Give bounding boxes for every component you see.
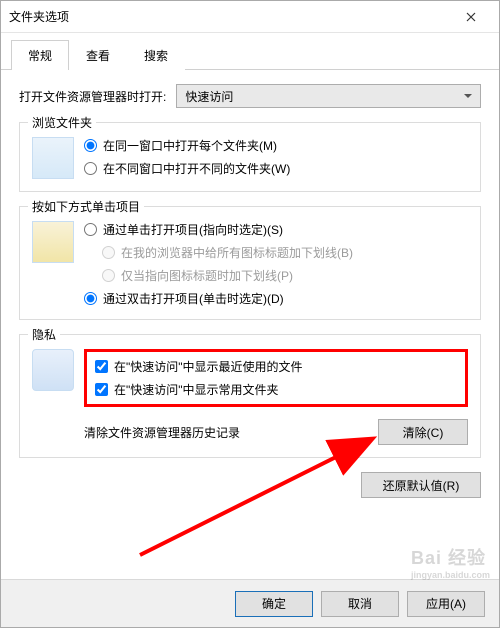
radio-double-click[interactable]: 通过双击打开项目(单击时选定)(D)	[84, 290, 468, 307]
browse-folders-legend: 浏览文件夹	[28, 114, 96, 131]
tab-search[interactable]: 搜索	[127, 40, 185, 70]
folder-options-window: 文件夹选项 常规 查看 搜索 打开文件资源管理器时打开: 快速访问 浏览文件夹 …	[0, 0, 500, 628]
click-items-icon	[32, 221, 74, 263]
clear-history-row: 清除文件资源管理器历史记录 清除(C)	[84, 419, 468, 445]
radio-double-click-label: 通过双击打开项目(单击时选定)(D)	[103, 290, 284, 307]
clear-button[interactable]: 清除(C)	[378, 419, 468, 445]
radio-same-window-input[interactable]	[84, 139, 97, 152]
open-with-select[interactable]: 快速访问	[176, 84, 481, 108]
close-icon	[466, 12, 476, 22]
checkbox-frequent-folders-input[interactable]	[95, 383, 108, 396]
radio-double-click-input[interactable]	[84, 292, 97, 305]
radio-underline-browser: 在我的浏览器中给所有图标标题加下划线(B)	[84, 244, 468, 261]
checkbox-frequent-folders[interactable]: 在"快速访问"中显示常用文件夹	[95, 381, 457, 398]
click-items-legend: 按如下方式单击项目	[28, 198, 144, 215]
open-with-row: 打开文件资源管理器时打开: 快速访问	[19, 84, 481, 108]
tab-general[interactable]: 常规	[11, 40, 69, 70]
titlebar: 文件夹选项	[1, 1, 499, 33]
ok-button[interactable]: 确定	[235, 591, 313, 617]
browse-folders-icon	[32, 137, 74, 179]
clear-history-label: 清除文件资源管理器历史记录	[84, 424, 240, 441]
checkbox-recent-files-input[interactable]	[95, 360, 108, 373]
checkbox-recent-files[interactable]: 在"快速访问"中显示最近使用的文件	[95, 358, 457, 375]
restore-defaults-button[interactable]: 还原默认值(R)	[361, 472, 481, 498]
cancel-button[interactable]: 取消	[321, 591, 399, 617]
open-with-label: 打开文件资源管理器时打开:	[19, 88, 166, 105]
radio-single-click-label: 通过单击打开项目(指向时选定)(S)	[103, 221, 283, 238]
tab-strip: 常规 查看 搜索	[1, 33, 499, 70]
radio-same-window[interactable]: 在同一窗口中打开每个文件夹(M)	[84, 137, 468, 154]
radio-same-window-label: 在同一窗口中打开每个文件夹(M)	[103, 137, 277, 154]
radio-new-window-label: 在不同窗口中打开不同的文件夹(W)	[103, 160, 290, 177]
radio-new-window-input[interactable]	[84, 162, 97, 175]
radio-underline-point: 仅当指向图标标题时加下划线(P)	[84, 267, 468, 284]
tab-view[interactable]: 查看	[69, 40, 127, 70]
browse-folders-group: 浏览文件夹 在同一窗口中打开每个文件夹(M) 在不同窗口中打开不同的文件夹(W)	[19, 122, 481, 192]
radio-single-click-input[interactable]	[84, 223, 97, 236]
click-items-group: 按如下方式单击项目 通过单击打开项目(指向时选定)(S) 在我的浏览器中给所有图…	[19, 206, 481, 320]
radio-underline-browser-label: 在我的浏览器中给所有图标标题加下划线(B)	[121, 244, 353, 261]
titlebar-title: 文件夹选项	[9, 8, 451, 25]
privacy-icon	[32, 349, 74, 391]
restore-defaults-row: 还原默认值(R)	[19, 472, 481, 498]
apply-button[interactable]: 应用(A)	[407, 591, 485, 617]
radio-underline-browser-input	[102, 246, 115, 259]
checkbox-recent-files-label: 在"快速访问"中显示最近使用的文件	[114, 358, 303, 375]
checkbox-frequent-folders-label: 在"快速访问"中显示常用文件夹	[114, 381, 279, 398]
radio-underline-point-input	[102, 269, 115, 282]
open-with-value: 快速访问	[185, 88, 233, 105]
close-button[interactable]	[451, 3, 491, 31]
privacy-legend: 隐私	[28, 326, 60, 343]
content-area: 打开文件资源管理器时打开: 快速访问 浏览文件夹 在同一窗口中打开每个文件夹(M…	[1, 70, 499, 579]
privacy-group: 隐私 在"快速访问"中显示最近使用的文件 在"快速访问"中显示常用文件夹	[19, 334, 481, 458]
radio-underline-point-label: 仅当指向图标标题时加下划线(P)	[121, 267, 293, 284]
privacy-highlight-box: 在"快速访问"中显示最近使用的文件 在"快速访问"中显示常用文件夹	[84, 349, 468, 407]
radio-new-window[interactable]: 在不同窗口中打开不同的文件夹(W)	[84, 160, 468, 177]
dialog-footer: 确定 取消 应用(A)	[1, 579, 499, 627]
radio-single-click[interactable]: 通过单击打开项目(指向时选定)(S)	[84, 221, 468, 238]
